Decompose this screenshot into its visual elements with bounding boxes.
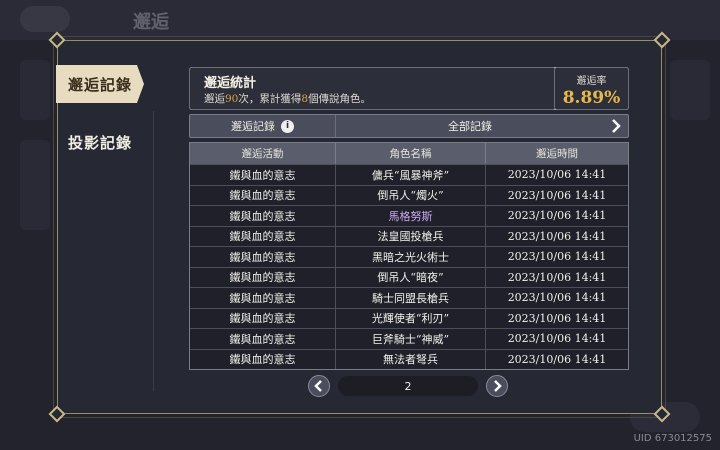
table-row: 鐵與血的意志 巨斧騎士“神威” 2023/10/06 14:41 bbox=[190, 328, 628, 349]
rate-value: 8.89% bbox=[562, 88, 621, 108]
summon-history-modal: 邂逅記錄 投影記錄 邂逅統計 邂逅90次，累計獲得8個傳說角色。 邂逅率 8.8… bbox=[48, 31, 671, 423]
table-row: 鐵與血的意志 黑暗之光火術士 2023/10/06 14:41 bbox=[190, 246, 628, 267]
cell-character-name: 光輝使者“利刃” bbox=[336, 308, 486, 328]
cell-event: 鐵與血的意志 bbox=[190, 349, 336, 369]
cell-time: 2023/10/06 14:41 bbox=[507, 188, 607, 202]
stats-text: 邂逅90次，累計獲得8個傳說角色。 bbox=[204, 91, 371, 106]
table-row: 鐵與血的意志 光輝使者“利刃” 2023/10/06 14:41 bbox=[190, 307, 628, 328]
info-icon[interactable]: i bbox=[281, 119, 294, 133]
header-time: 邂逅時間 bbox=[536, 148, 578, 160]
cell-time: 2023/10/06 14:41 bbox=[507, 270, 607, 284]
cell-character-name: 巨斧騎士“神威” bbox=[336, 329, 486, 349]
stats-title: 邂逅統計 bbox=[204, 76, 257, 91]
cell-character-name: 無法者弩兵 bbox=[336, 349, 486, 369]
chevron-right-icon[interactable] bbox=[604, 119, 628, 133]
table-body: 鐵與血的意志 傭兵“風暴神斧” 2023/10/06 14:41 鐵與血的意志 倒吊人“… bbox=[190, 164, 628, 369]
stats-text-mid: 次，累計獲得 bbox=[238, 93, 302, 105]
stats-text-prefix: 邂逅 bbox=[204, 93, 225, 105]
tab-summon-records[interactable]: 邂逅記錄 bbox=[56, 65, 144, 103]
cell-character-name: 馬格努斯 bbox=[336, 206, 486, 226]
filter-label-cell: 邂逅記錄 i bbox=[190, 115, 336, 137]
table-row: 鐵與血的意志 無法者弩兵 2023/10/06 14:41 bbox=[190, 348, 628, 369]
table-header: 邂逅活動 角色名稱 邂逅時間 bbox=[190, 143, 628, 164]
cell-event: 鐵與血的意志 bbox=[190, 267, 336, 287]
tab-projection-records[interactable]: 投影記錄 bbox=[56, 123, 144, 161]
table-row: 鐵與血的意志 法皇國投槍兵 2023/10/06 14:41 bbox=[190, 225, 628, 246]
header-character-name: 角色名稱 bbox=[336, 143, 486, 164]
table-row: 鐵與血的意志 倒吊人“燭火” 2023/10/06 14:41 bbox=[190, 184, 628, 205]
table-row: 鐵與血的意志 傭兵“風暴神斧” 2023/10/06 14:41 bbox=[190, 164, 628, 185]
table-row: 鐵與血的意志 騎士同盟長槍兵 2023/10/06 14:41 bbox=[190, 287, 628, 308]
pagination: 2 bbox=[308, 374, 508, 398]
summon-records-table: 邂逅活動 角色名稱 邂逅時間 鐵與血的意志 傭兵“風暴神斧” 2023/10/06 … bbox=[189, 142, 629, 370]
cell-character-name: 傭兵“風暴神斧” bbox=[336, 165, 486, 185]
table-row: 鐵與血的意志 倒吊人“暗夜” 2023/10/06 14:41 bbox=[190, 266, 628, 287]
chevron-right-icon bbox=[494, 380, 502, 392]
page-number: 2 bbox=[338, 376, 478, 396]
rate-box: 邂逅率 8.89% bbox=[554, 67, 629, 110]
next-page-button[interactable] bbox=[486, 375, 508, 397]
record-filter[interactable]: 邂逅記錄 i 全部記錄 bbox=[189, 114, 629, 138]
cell-character-name: 法皇國投槍兵 bbox=[336, 226, 486, 246]
cell-character-name: 倒吊人“暗夜” bbox=[336, 267, 486, 287]
cell-event: 鐵與血的意志 bbox=[190, 185, 336, 205]
cell-time: 2023/10/06 14:41 bbox=[507, 291, 607, 305]
cell-character-name: 騎士同盟長槍兵 bbox=[336, 288, 486, 308]
summon-count: 90 bbox=[225, 93, 239, 105]
chevron-left-icon bbox=[314, 380, 322, 392]
stats-panel: 邂逅統計 邂逅90次，累計獲得8個傳說角色。 邂逅率 8.89% bbox=[189, 67, 629, 110]
cell-time: 2023/10/06 14:41 bbox=[507, 168, 607, 182]
prev-page-button[interactable] bbox=[308, 375, 330, 397]
stats-text-suffix: 個傳說角色。 bbox=[308, 93, 372, 105]
cell-character-name: 黑暗之光火術士 bbox=[336, 247, 486, 267]
cell-event: 鐵與血的意志 bbox=[190, 308, 336, 328]
cell-time: 2023/10/06 14:41 bbox=[507, 311, 607, 325]
filter-label: 邂逅記錄 bbox=[231, 120, 275, 133]
cell-time: 2023/10/06 14:41 bbox=[507, 332, 607, 346]
stats-summary: 邂逅統計 邂逅90次，累計獲得8個傳說角色。 bbox=[189, 67, 556, 110]
cell-time: 2023/10/06 14:41 bbox=[507, 250, 607, 264]
cell-event: 鐵與血的意志 bbox=[190, 288, 336, 308]
side-divider bbox=[153, 111, 154, 391]
cell-time: 2023/10/06 14:41 bbox=[507, 352, 607, 366]
cell-character-name: 倒吊人“燭火” bbox=[336, 185, 486, 205]
table-row: 鐵與血的意志 馬格努斯 2023/10/06 14:41 bbox=[190, 205, 628, 226]
cell-time: 2023/10/06 14:41 bbox=[507, 209, 607, 223]
cell-event: 鐵與血的意志 bbox=[190, 247, 336, 267]
rate-label: 邂逅率 bbox=[576, 76, 607, 87]
cell-time: 2023/10/06 14:41 bbox=[507, 229, 607, 243]
header-event: 邂逅活動 bbox=[190, 143, 336, 164]
filter-value[interactable]: 全部記錄 bbox=[336, 118, 604, 134]
cell-event: 鐵與血的意志 bbox=[190, 165, 336, 185]
cell-event: 鐵與血的意志 bbox=[190, 329, 336, 349]
cell-event: 鐵與血的意志 bbox=[190, 226, 336, 246]
cell-event: 鐵與血的意志 bbox=[190, 206, 336, 226]
